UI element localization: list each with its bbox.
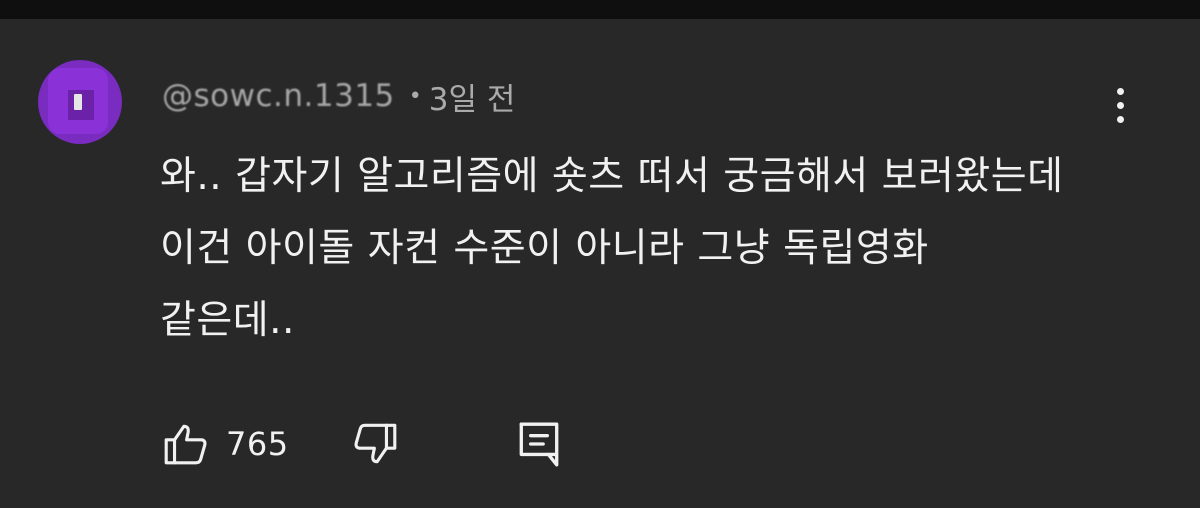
avatar[interactable]: [38, 60, 122, 144]
comment-text: 와.. 갑자기 알고리즘에 숏츠 떠서 궁금해서 보러왔는데 이건 아이돌 자컨…: [160, 141, 1120, 357]
reply-button[interactable]: [513, 418, 565, 470]
avatar-shape: [108, 133, 118, 144]
dislike-button[interactable]: [349, 418, 401, 470]
avatar-initial: [74, 94, 82, 110]
reply-icon: [519, 422, 558, 467]
comment-text-line: 같은데..: [160, 298, 295, 343]
comment-actions: 765: [160, 416, 565, 472]
comment-text-line: 와.. 갑자기 알고리즘에 숏츠 떠서 궁금해서 보러왔는데: [160, 154, 1064, 199]
more-vert-icon: [1116, 115, 1124, 123]
separator: •: [408, 83, 422, 109]
like-button[interactable]: [160, 418, 212, 470]
more-vert-icon: [1116, 101, 1124, 109]
comment-text-line: 이건 아이돌 자컨 수준이 아니라 그냥 독립영화: [160, 226, 929, 271]
more-options-button[interactable]: [1100, 82, 1140, 128]
like-count: 765: [226, 425, 289, 463]
more-vert-icon: [1116, 87, 1124, 95]
author-name[interactable]: @sowc.n.1315: [162, 78, 395, 114]
thumbs-down-icon: [354, 423, 396, 464]
timestamp: 3일 전: [428, 81, 516, 118]
top-bar: [0, 0, 1200, 19]
thumbs-up-icon: [164, 424, 207, 465]
comment-header: @sowc.n.1315 • 3일 전: [162, 76, 516, 118]
comment-thread: @sowc.n.1315 • 3일 전 와.. 갑자기 알고리즘에 숏츠 떠서 …: [0, 19, 1200, 508]
